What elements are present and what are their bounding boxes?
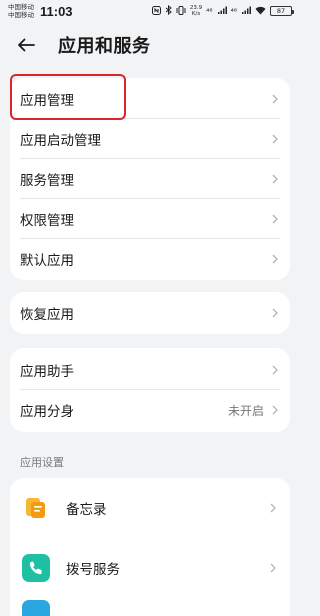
chevron-right-icon — [270, 404, 280, 416]
row-permission-management[interactable]: 权限管理 — [10, 199, 290, 239]
row-label: 恢复应用 — [20, 307, 74, 323]
chevron-right-icon — [268, 502, 278, 514]
back-button[interactable] — [14, 33, 38, 57]
row-restore-apps[interactable]: 恢复应用 — [10, 293, 290, 333]
chevron-right-icon — [270, 253, 280, 265]
row-label: 应用管理 — [20, 93, 74, 109]
phone-icon — [22, 554, 50, 582]
row-service-management[interactable]: 服务管理 — [10, 159, 290, 199]
carrier-labels: 中国移动 中国移动 — [8, 3, 34, 19]
row-label: 拨号服务 — [66, 562, 120, 578]
chevron-right-icon — [270, 213, 280, 225]
settings-group-main: 应用管理 应用启动管理 服务管理 权限管理 默认应用 — [10, 78, 290, 280]
status-icons: 23.9 K/s ⁴⁶ ⁴⁶ 87 — [151, 4, 294, 17]
back-arrow-icon — [18, 38, 35, 52]
row-label: 应用分身 — [20, 404, 74, 420]
row-default-apps[interactable]: 默认应用 — [10, 239, 290, 279]
clock: 11:03 — [40, 3, 73, 19]
carrier-1: 中国移动 — [8, 3, 34, 11]
row-app-notes[interactable]: 备忘录 — [10, 478, 290, 538]
app-icon-partial — [22, 600, 50, 616]
vibrate-icon — [176, 5, 186, 17]
net-speed: 23.9 K/s — [190, 5, 202, 17]
net-speed-unit: K/s — [191, 11, 201, 17]
page-title: 应用和服务 — [58, 36, 151, 57]
chevron-right-icon — [268, 562, 278, 574]
row-label: 默认应用 — [20, 253, 74, 269]
row-app-management[interactable]: 应用管理 — [10, 79, 290, 119]
row-app-partial[interactable] — [10, 598, 290, 616]
row-app-twin[interactable]: 应用分身 未开启 — [10, 390, 290, 430]
carrier-2: 中国移动 — [8, 11, 34, 19]
app-settings-list: 备忘录 拨号服务 — [10, 478, 290, 616]
row-app-dialer[interactable]: 拨号服务 — [10, 538, 290, 598]
row-label: 应用启动管理 — [20, 133, 101, 149]
nfc-icon — [151, 5, 161, 17]
chevron-right-icon — [270, 364, 280, 376]
signal-1-icon — [217, 6, 227, 17]
row-label: 备忘录 — [66, 502, 107, 518]
page-header: 应用和服务 — [0, 22, 300, 68]
row-label: 服务管理 — [20, 173, 74, 189]
bluetooth-icon — [165, 4, 172, 17]
chevron-right-icon — [270, 93, 280, 105]
chevron-right-icon — [270, 307, 280, 319]
row-label: 应用助手 — [20, 364, 74, 380]
notes-icon — [22, 494, 50, 522]
settings-group-restore: 恢复应用 — [10, 292, 290, 334]
battery-icon: 87 — [270, 6, 294, 16]
signal-2-label: ⁴⁶ — [230, 6, 237, 16]
chevron-right-icon — [270, 133, 280, 145]
section-title: 应用设置 — [20, 456, 64, 469]
row-value: 未开启 — [227, 403, 264, 418]
row-app-assistant[interactable]: 应用助手 — [10, 350, 290, 390]
row-label: 权限管理 — [20, 213, 74, 229]
status-bar: 中国移动 中国移动 11:03 23.9 K/s ⁴⁶ ⁴⁶ 87 — [0, 0, 300, 22]
wifi-icon — [255, 6, 266, 17]
row-app-launch-management[interactable]: 应用启动管理 — [10, 119, 290, 159]
settings-group-assistant: 应用助手 应用分身 未开启 — [10, 348, 290, 432]
signal-1-label: ⁴⁶ — [206, 6, 213, 16]
chevron-right-icon — [270, 173, 280, 185]
signal-2-icon — [241, 6, 251, 17]
